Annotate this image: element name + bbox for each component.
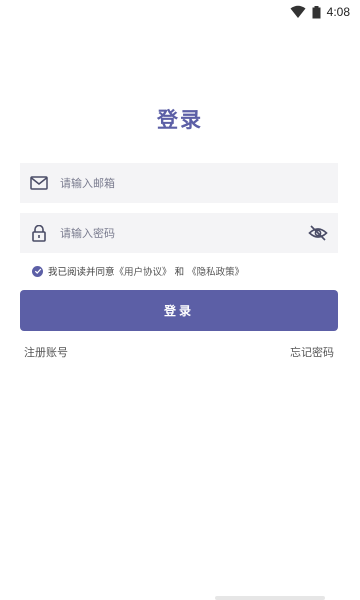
password-field-container[interactable] <box>20 213 338 253</box>
eye-off-icon[interactable] <box>308 224 328 242</box>
lock-icon <box>30 224 48 242</box>
status-time: 4:08 <box>326 5 350 19</box>
wifi-icon <box>290 5 306 18</box>
register-link[interactable]: 注册账号 <box>24 344 68 360</box>
agreement-row: 我已阅读并同意《用户协议》 和 《隐私政策》 <box>32 264 244 278</box>
forgot-password-link[interactable]: 忘记密码 <box>290 344 334 360</box>
gesture-bar <box>215 596 325 600</box>
email-input[interactable] <box>58 175 338 191</box>
agreement-checkbox[interactable] <box>32 265 43 277</box>
password-input[interactable] <box>58 225 308 241</box>
privacy-policy-link[interactable]: 《隐私政策》 <box>187 267 244 278</box>
agreement-text: 我已阅读并同意《用户协议》 和 《隐私政策》 <box>48 264 244 278</box>
agreement-prefix: 我已阅读并同意 <box>48 267 115 278</box>
check-icon <box>34 268 41 274</box>
mail-icon <box>30 174 48 192</box>
battery-icon <box>312 5 321 18</box>
status-bar: 4:08 <box>0 0 360 24</box>
email-field-container[interactable] <box>20 163 338 203</box>
page-title: 登录 <box>157 108 203 132</box>
login-button[interactable]: 登录 <box>20 290 338 331</box>
agreement-and: 和 <box>174 267 185 278</box>
user-agreement-link[interactable]: 《用户协议》 <box>115 267 172 278</box>
